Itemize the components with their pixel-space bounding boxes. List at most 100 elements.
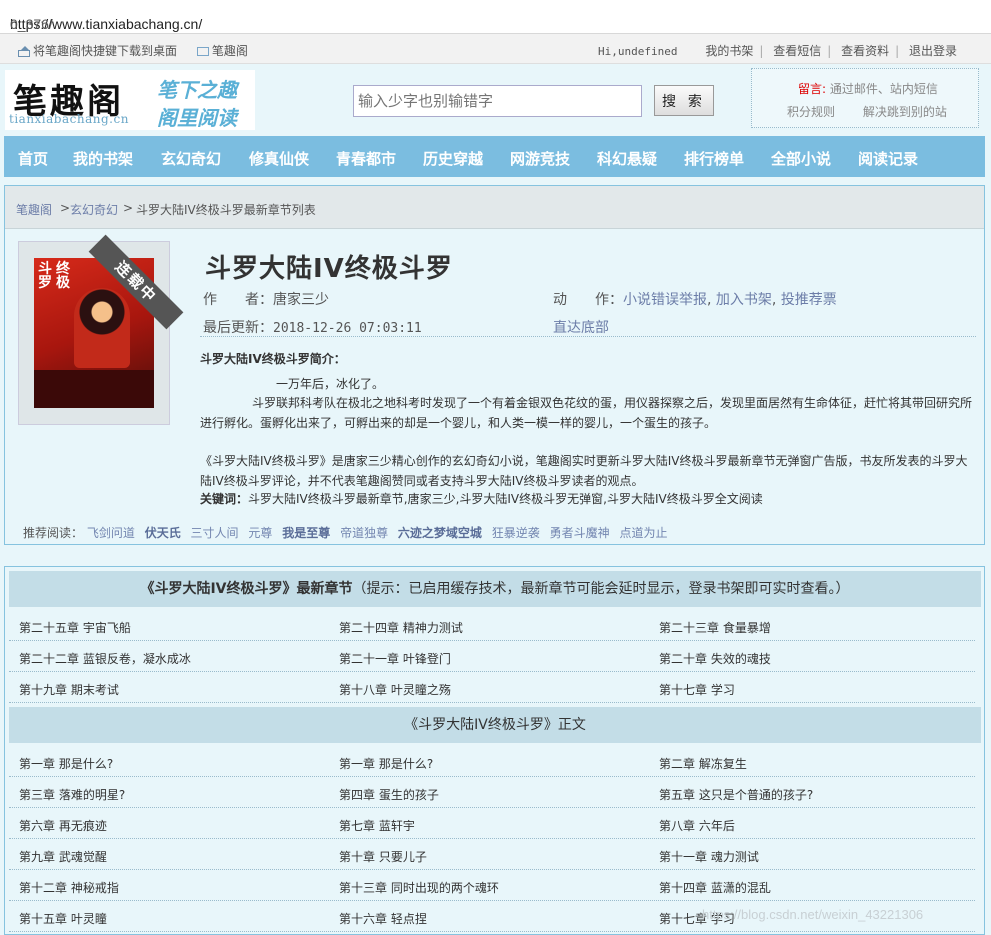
chapter-link[interactable]: 第十八章 叶灵瞳之殇 [339, 681, 451, 698]
chapter-row: 第十九章 期末考试 第十八章 叶灵瞳之殇 第十七章 学习 [9, 672, 975, 703]
recommend-vote-link[interactable]: 投推荐票 [781, 292, 837, 308]
shortcut-link[interactable]: 将笔趣阁快捷键下载到桌面 [18, 44, 177, 58]
search-button[interactable]: 搜 索 [654, 85, 714, 116]
book-title: 斗罗大陆IV终极斗罗 [205, 254, 453, 284]
cover-title-2: 终极 [56, 261, 70, 291]
site-logo[interactable]: 笔趣阁 tianxiabachang.cn 笔下之趣 阁里阅读 [5, 70, 255, 130]
chapter-link[interactable]: 第七章 蓝轩宇 [339, 817, 415, 834]
recommend-item[interactable]: 元尊 [248, 526, 272, 540]
nav-ranking[interactable]: 排行榜单 [684, 148, 744, 169]
nav-xuanhuan[interactable]: 玄幻奇幻 [161, 148, 221, 169]
view-messages-link[interactable]: 查看短信 [773, 44, 821, 58]
chapter-link[interactable]: 第二十二章 蓝银反卷，凝水成冰 [19, 650, 191, 667]
chapter-link[interactable]: 第十六章 轻点捏 [339, 910, 427, 927]
shortcut-link-label[interactable]: 将笔趣阁快捷键下载到桌面 [33, 44, 177, 58]
chapter-row: 第九章 武魂觉醒 第十章 只要儿子 第十一章 魂力测试 [9, 839, 975, 870]
watermark-text: https://blog.csdn.net/weixin_43221306 [702, 907, 924, 922]
author-link[interactable]: 唐家三少 [273, 292, 329, 308]
add-to-shelf-link[interactable]: 加入书架 [716, 292, 772, 308]
points-rules-link[interactable]: 积分规则 [787, 105, 835, 119]
logout-link[interactable]: 退出登录 [909, 44, 957, 58]
keywords-label: 关键词： [200, 492, 249, 506]
chapter-link[interactable]: 第十九章 期末考试 [19, 681, 119, 698]
logo-slogan-2: 阁里阅读 [157, 106, 237, 130]
chapter-link[interactable]: 第十一章 魂力测试 [659, 848, 759, 865]
jump-to-bottom-link[interactable]: 直达底部 [553, 320, 609, 336]
author-line: 作 者：唐家三少 [203, 289, 329, 309]
greeting-text: Hi,undefined [598, 45, 678, 58]
chapter-row: 第六章 再无痕迹 第七章 蓝轩宇 第八章 六年后 [9, 808, 975, 839]
cover-footer [34, 370, 154, 408]
chapter-link[interactable]: 第六章 再无痕迹 [19, 817, 107, 834]
chapter-link[interactable]: 第十三章 同时出现的两个魂环 [339, 879, 499, 896]
intro-title: 斗罗大陆IV终极斗罗简介： [200, 352, 346, 366]
recommend-item[interactable]: 帝道独尊 [340, 526, 388, 540]
intro-first-line: 一万年后，冰化了。 [276, 377, 385, 391]
logo-slogan-1: 笔下之趣 [157, 78, 237, 102]
latest-chapters-hint: （提示：已启用缓存技术，最新章节可能会延时显示，登录书架即可实时查看。） [352, 581, 850, 597]
nav-lishi[interactable]: 历史穿越 [423, 148, 483, 169]
nav-bookshelf[interactable]: 我的书架 [73, 148, 133, 169]
nav-home[interactable]: 首页 [18, 148, 48, 169]
chapter-link[interactable]: 第十五章 叶灵瞳 [19, 910, 107, 927]
chapter-link[interactable]: 第四章 蛋生的孩子 [339, 786, 439, 803]
chapter-link[interactable]: 第十七章 学习 [659, 681, 735, 698]
action-label: 动 作： [553, 292, 623, 308]
nav-reading-history[interactable]: 阅读记录 [858, 148, 918, 169]
chapter-link[interactable]: 第十四章 蓝潇的混乱 [659, 879, 771, 896]
chapter-row: 第二十五章 宇宙飞船 第二十四章 精神力测试 第二十三章 食量暴增 [9, 610, 975, 641]
nav-kehuan[interactable]: 科幻悬疑 [597, 148, 657, 169]
recommend-item[interactable]: 点道为止 [619, 526, 667, 540]
chapter-link[interactable]: 第九章 武魂觉醒 [19, 848, 107, 865]
nav-all-novels[interactable]: 全部小说 [771, 148, 831, 169]
chapter-link[interactable]: 第二十章 失效的魂技 [659, 650, 771, 667]
main-chapters-title: 《斗罗大陆IV终极斗罗》正文 [404, 717, 586, 733]
nav-dushi[interactable]: 青春都市 [336, 148, 396, 169]
chapter-row: 第一章 那是什么? 第一章 那是什么? 第二章 解冻复生 [9, 746, 975, 777]
recommend-item[interactable]: 三寸人间 [191, 526, 239, 540]
chapter-link[interactable]: 第二章 解冻复生 [659, 755, 747, 772]
breadcrumb: 笔趣阁 > 玄幻奇幻 > 斗罗大陆IV终极斗罗最新章节列表 [5, 186, 984, 229]
recommend-item[interactable]: 六迹之梦域空城 [398, 526, 482, 540]
chapter-link[interactable]: 第八章 六年后 [659, 817, 735, 834]
recommend-item[interactable]: 我是至尊 [282, 526, 330, 540]
chapter-link[interactable]: 第十章 只要儿子 [339, 848, 427, 865]
chapter-link[interactable]: 第三章 落难的明星? [19, 786, 125, 803]
keywords-line: 关键词：斗罗大陆IV终极斗罗最新章节,唐家三少,斗罗大陆IV终极斗罗无弹窗,斗罗… [200, 490, 972, 510]
view-profile-link[interactable]: 查看资料 [841, 44, 889, 58]
chapter-link[interactable]: 第二十四章 精神力测试 [339, 619, 463, 636]
chapter-link[interactable]: 第十二章 神秘戒指 [19, 879, 119, 896]
author-label: 作 者： [203, 292, 273, 308]
action-line: 动 作：小说错误举报, 加入书架, 投推荐票 [553, 292, 837, 308]
book-cover[interactable]: 斗罗 终极 连载中 [18, 234, 184, 425]
breadcrumb-home[interactable]: 笔趣阁 [16, 201, 52, 218]
chapter-row: 第二十二章 蓝银反卷，凝水成冰 第二十一章 叶锋登门 第二十章 失效的魂技 [9, 641, 975, 672]
logo-domain: tianxiabachang.cn [9, 112, 129, 126]
site-link-label[interactable]: 笔趣阁 [212, 44, 248, 58]
keywords-text: 斗罗大陆IV终极斗罗最新章节,唐家三少,斗罗大陆IV终极斗罗无弹窗,斗罗大陆IV… [248, 492, 763, 506]
chapter-link[interactable]: 第一章 那是什么? [339, 755, 433, 772]
cover-figure [74, 288, 130, 368]
chapter-link[interactable]: 第二十五章 宇宙飞船 [19, 619, 131, 636]
updated-line: 最后更新：2018-12-26 07:03:11 [203, 317, 422, 337]
recommend-item[interactable]: 狂暴逆袭 [492, 526, 540, 540]
nav-xianxia[interactable]: 修真仙侠 [249, 148, 309, 169]
address-bar[interactable]: https://www.tianxiabachang.cn/0_376/ [0, 0, 991, 34]
recommend-item[interactable]: 伏天氏 [145, 526, 181, 540]
report-error-link[interactable]: 小说错误举报 [623, 292, 707, 308]
chapter-link[interactable]: 第二十一章 叶锋登门 [339, 650, 451, 667]
site-link[interactable]: 笔趣阁 [196, 44, 248, 58]
search-input[interactable] [353, 85, 642, 117]
notice-contact-link[interactable]: 通过邮件、站内短信 [830, 82, 938, 96]
main-nav: 首页 我的书架 玄幻奇幻 修真仙侠 青春都市 历史穿越 网游竞技 科幻悬疑 排行… [4, 136, 985, 177]
my-bookshelf-link[interactable]: 我的书架 [705, 44, 753, 58]
recommend-item[interactable]: 飞剑问道 [87, 526, 135, 540]
nav-wangyou[interactable]: 网游竞技 [510, 148, 570, 169]
chapter-link[interactable]: 第一章 那是什么? [19, 755, 113, 772]
chapter-row: 第十二章 神秘戒指 第十三章 同时出现的两个魂环 第十四章 蓝潇的混乱 [9, 870, 975, 901]
breadcrumb-category[interactable]: 玄幻奇幻 [70, 201, 118, 218]
redirect-fix-link[interactable]: 解决跳到别的站 [863, 105, 947, 119]
chapter-link[interactable]: 第二十三章 食量暴增 [659, 619, 771, 636]
chapter-link[interactable]: 第五章 这只是个普通的孩子? [659, 786, 813, 803]
recommend-item[interactable]: 勇者斗魔神 [550, 526, 610, 540]
